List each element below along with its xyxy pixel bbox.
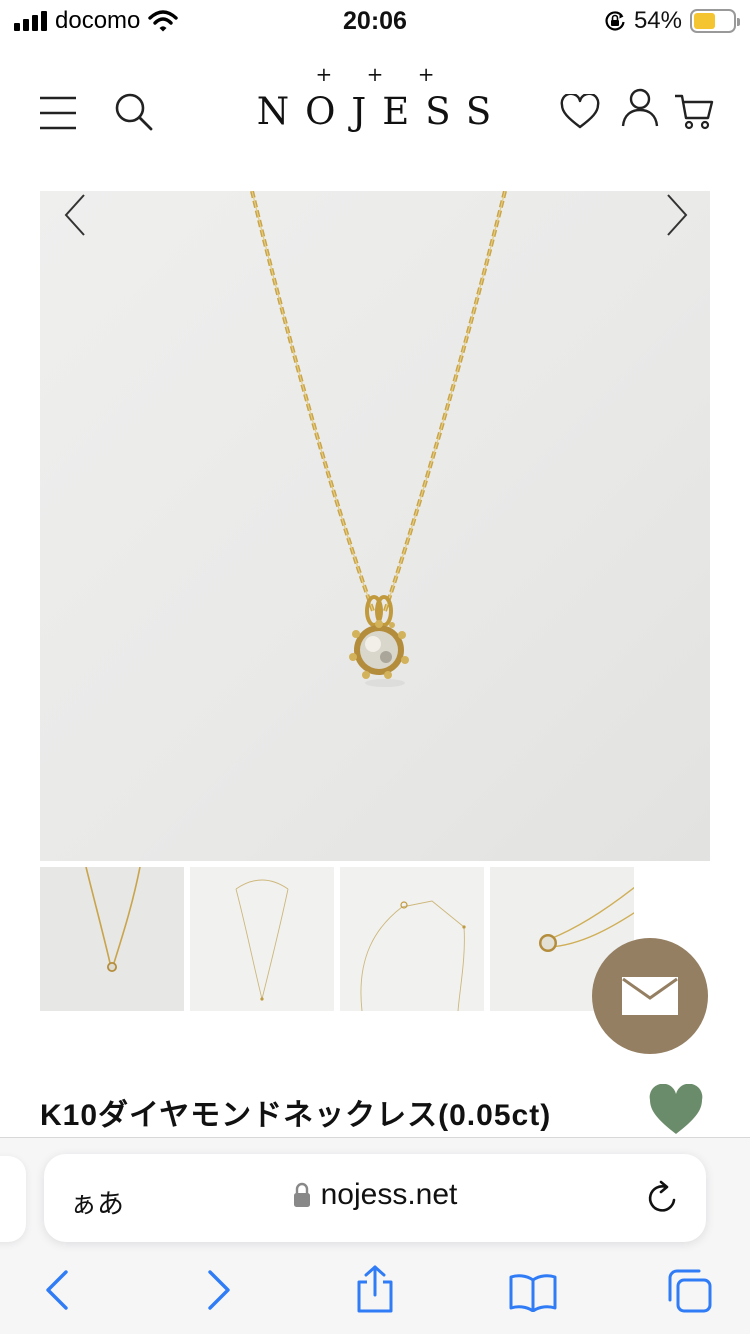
- cart-icon[interactable]: [674, 94, 714, 130]
- battery-icon: [690, 9, 740, 33]
- chevron-left-icon[interactable]: [60, 191, 90, 239]
- tabs-icon[interactable]: [666, 1268, 714, 1314]
- necklace-image: [250, 191, 507, 687]
- site-header: + + + NOJESS: [0, 50, 750, 170]
- status-bar: docomo 20:06 54%: [0, 0, 750, 42]
- chevron-right-icon[interactable]: [662, 191, 692, 239]
- bookmarks-icon[interactable]: [508, 1272, 558, 1312]
- orientation-lock-icon: [605, 11, 625, 31]
- heart-icon[interactable]: [560, 94, 600, 130]
- url-text[interactable]: nojess.net: [321, 1178, 458, 1212]
- previous-tab-preview[interactable]: [0, 1156, 26, 1242]
- account-icon[interactable]: [620, 88, 660, 128]
- brand-ornament: + + +: [315, 62, 449, 86]
- lock-icon: [293, 1182, 310, 1207]
- thumbnail-2[interactable]: [190, 867, 334, 1011]
- thumbnail-3[interactable]: [340, 867, 484, 1011]
- product-main-image[interactable]: [40, 191, 710, 861]
- battery-percent: 54%: [633, 7, 682, 34]
- forward-icon[interactable]: [204, 1268, 234, 1312]
- contact-button[interactable]: [592, 938, 708, 1054]
- product-title: K10ダイヤモンドネックレス(0.05ct): [40, 1099, 552, 1132]
- browser-toolbar: ぁあ nojess.net: [0, 1137, 750, 1334]
- thumbnail-1[interactable]: [40, 867, 184, 1011]
- reload-icon[interactable]: [646, 1180, 680, 1216]
- address-bar[interactable]: ぁあ nojess.net: [44, 1154, 706, 1242]
- share-icon[interactable]: [354, 1264, 396, 1314]
- favorite-heart-icon[interactable]: [648, 1084, 704, 1136]
- envelope-icon: [622, 977, 678, 1015]
- back-icon[interactable]: [42, 1268, 72, 1312]
